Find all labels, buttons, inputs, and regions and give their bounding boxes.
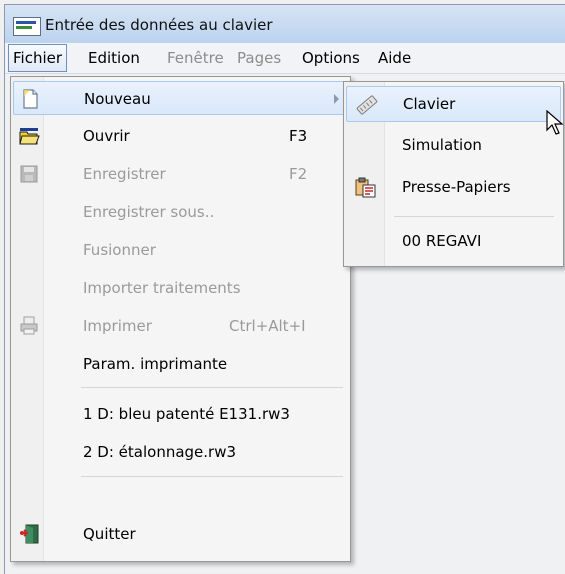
submenu-item-00-regavi[interactable]: 00 REGAVI bbox=[346, 224, 561, 260]
menu-item-recent-file-1[interactable]: 1 D: bleu patenté E131.rw3 bbox=[13, 397, 348, 431]
nouveau-submenu: Clavier Simulation Presse-Papiers 00 REG… bbox=[343, 81, 564, 267]
menu-item-recent-file-2[interactable]: 2 D: étalonnage.rw3 bbox=[13, 435, 348, 469]
menu-fichier[interactable]: Fichier bbox=[8, 44, 68, 72]
menu-options[interactable]: Options bbox=[302, 49, 360, 67]
submenu-arrow-icon bbox=[334, 94, 339, 104]
clipboard-icon bbox=[355, 177, 376, 198]
printer-icon bbox=[20, 316, 38, 335]
menu-bar: Fichier Edition Fenêtre Pages Options Ai… bbox=[5, 43, 565, 74]
menu-item-fusionner[interactable]: Fusionner bbox=[13, 233, 348, 267]
menu-edition[interactable]: Edition bbox=[88, 49, 140, 67]
menu-fenetre[interactable]: Fenêtre bbox=[167, 49, 224, 67]
menu-item-enregistrer-sous[interactable]: Enregistrer sous.. bbox=[13, 195, 348, 229]
new-document-icon bbox=[23, 89, 38, 109]
menu-item-importer-traitements[interactable]: Importer traitements bbox=[13, 271, 348, 305]
save-icon bbox=[20, 165, 38, 183]
open-folder-icon bbox=[19, 128, 40, 145]
menu-item-enregistrer[interactable]: Enregistrer F2 bbox=[13, 157, 348, 191]
menu-item-ouvrir[interactable]: Ouvrir F3 bbox=[13, 119, 348, 153]
menu-item-param-imprimante[interactable]: Param. imprimante bbox=[13, 347, 348, 381]
menu-separator bbox=[394, 216, 554, 217]
submenu-item-presse-papiers[interactable]: Presse-Papiers bbox=[346, 170, 561, 206]
title-bar[interactable]: Entrée des données au clavier bbox=[5, 5, 565, 43]
mouse-pointer-icon bbox=[546, 110, 564, 135]
submenu-item-clavier[interactable]: Clavier bbox=[346, 86, 561, 122]
exit-door-icon bbox=[20, 524, 39, 544]
submenu-item-simulation[interactable]: Simulation bbox=[346, 128, 561, 164]
menu-separator bbox=[81, 476, 343, 477]
keyboard-icon bbox=[356, 95, 378, 115]
window-title: Entrée des données au clavier bbox=[45, 16, 273, 34]
menu-pages[interactable]: Pages bbox=[237, 49, 281, 67]
menu-aide[interactable]: Aide bbox=[378, 49, 411, 67]
menu-item-nouveau[interactable]: Nouveau bbox=[13, 81, 348, 115]
file-menu-dropdown: Nouveau Ouvrir F3 Enregistrer F2 Enregis… bbox=[10, 76, 351, 562]
keyboard-app-icon bbox=[13, 17, 41, 36]
menu-separator bbox=[81, 387, 343, 388]
menu-item-imprimer[interactable]: Imprimer Ctrl+Alt+I bbox=[13, 309, 348, 343]
menu-item-quitter[interactable]: Quitter bbox=[13, 517, 348, 551]
